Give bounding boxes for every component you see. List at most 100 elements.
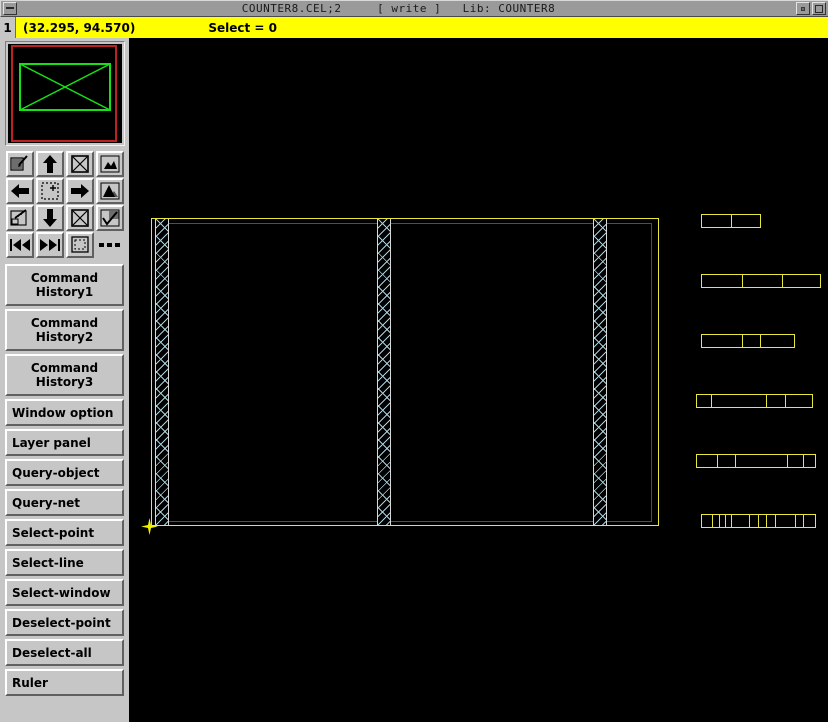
arrow-left-icon-button[interactable] [6,178,34,204]
zoom-box-icon-button[interactable] [66,151,94,177]
command-history-3-button[interactable]: Command History3 [5,354,124,396]
fill-toggle-icon-button[interactable] [96,205,124,231]
instance-bar-1 [701,214,761,228]
cursor-coordinates: (32.295, 94.570) [16,21,135,35]
select-area-icon-button[interactable] [36,178,64,204]
deselect-all-label: Deselect-all [12,646,92,660]
select-area-icon [40,181,60,201]
arrow-down-icon-button[interactable] [36,205,64,231]
fill-toggle-icon [100,209,120,227]
window-menu-button[interactable] [3,2,17,15]
maximize-button[interactable] [812,2,826,15]
deselect-all-button[interactable]: Deselect-all [5,639,124,666]
arrow-left-icon [10,183,30,199]
marquee-icon [70,236,90,254]
zoom-in-hill-icon-button[interactable] [96,151,124,177]
selection-count: Select = 0 [208,21,277,35]
fast-forward-icon-button[interactable] [36,232,64,258]
layout-canvas[interactable] [133,38,828,722]
layer-panel-label: Layer panel [12,436,91,450]
tool-sidebar: Command History1 Command History2 Command … [0,38,131,722]
bar-divider [782,275,783,287]
arrow-right-icon [70,183,90,199]
bar-divider [742,275,743,287]
arrow-down-icon [42,208,58,228]
zoom-out-hill-icon-button[interactable] [96,178,124,204]
select-window-label: Select-window [12,586,111,600]
rewind-icon-button[interactable] [6,232,34,258]
bar-divider [717,455,718,467]
command-history-2-label: Command History2 [31,316,98,344]
edit-pattern-icon-button[interactable] [6,151,34,177]
more-options-icon [98,241,122,249]
more-options-icon-button[interactable] [96,232,124,258]
query-object-label: Query-object [12,466,100,480]
arrow-up-icon [42,154,58,174]
command-history-1-label: Command History1 [31,271,98,299]
hatched-column-left [155,219,169,525]
instance-bar-2 [701,274,821,288]
zoom-box-alt-icon-button[interactable] [66,205,94,231]
pick-shape-icon [10,209,30,227]
cell-preview-panel[interactable] [5,41,125,146]
bar-divider [735,455,736,467]
bar-divider [731,515,732,527]
bar-divider [711,395,712,407]
deselect-point-button[interactable]: Deselect-point [5,609,124,636]
bar-divider [760,335,761,347]
arrow-right-icon-button[interactable] [66,178,94,204]
cell-outline-red [159,223,652,522]
instance-bar-6 [701,514,816,528]
bar-divider [766,395,767,407]
zoom-out-hill-icon [100,182,120,200]
command-history-2-button[interactable]: Command History2 [5,309,124,351]
arrow-up-icon-button[interactable] [36,151,64,177]
instance-bar-3 [701,334,795,348]
bar-divider [795,515,796,527]
select-line-label: Select-line [12,556,84,570]
status-bar: 1 (32.295, 94.570) Select = 0 [0,17,828,38]
bar-divider [712,515,713,527]
bar-divider [803,515,804,527]
select-point-label: Select-point [12,526,94,540]
select-line-button[interactable]: Select-line [5,549,124,576]
bar-divider [731,215,732,227]
bar-divider [758,515,759,527]
window-title: COUNTER8.CEL;2 [ write ] Lib: COUNTER8 [3,2,794,15]
hatched-column-right [593,219,607,525]
bar-divider [766,515,767,527]
bar-divider [775,515,776,527]
query-net-label: Query-net [12,496,80,510]
select-window-button[interactable]: Select-window [5,579,124,606]
ruler-label: Ruler [12,676,48,690]
command-button-list: Command History1 Command History2 Command … [5,264,124,696]
select-point-button[interactable]: Select-point [5,519,124,546]
query-object-button[interactable]: Query-object [5,459,124,486]
rewind-icon [9,238,31,252]
hatched-column-center [377,219,391,525]
zoom-in-hill-icon [100,155,120,173]
bar-divider [803,455,804,467]
bar-divider [787,455,788,467]
minimize-button[interactable] [796,2,810,15]
cell-preview-drawing [8,44,123,143]
command-history-1-button[interactable]: Command History1 [5,264,124,306]
edit-pattern-icon [10,155,30,173]
crosshair-cursor [141,518,158,535]
pick-shape-icon-button[interactable] [6,205,34,231]
bar-divider [719,515,720,527]
window-option-button[interactable]: Window option [5,399,124,426]
zoom-box-icon [70,154,90,174]
ruler-button[interactable]: Ruler [5,669,124,696]
bar-divider [725,515,726,527]
bar-divider [742,335,743,347]
query-net-button[interactable]: Query-net [5,489,124,516]
bar-divider [785,395,786,407]
bar-divider [749,515,750,527]
cell-preview-canvas [8,44,122,143]
fast-forward-icon [39,238,61,252]
zoom-box-alt-icon [70,208,90,228]
layer-panel-button[interactable]: Layer panel [5,429,124,456]
instance-bar-4 [696,394,813,408]
marquee-icon-button[interactable] [66,232,94,258]
